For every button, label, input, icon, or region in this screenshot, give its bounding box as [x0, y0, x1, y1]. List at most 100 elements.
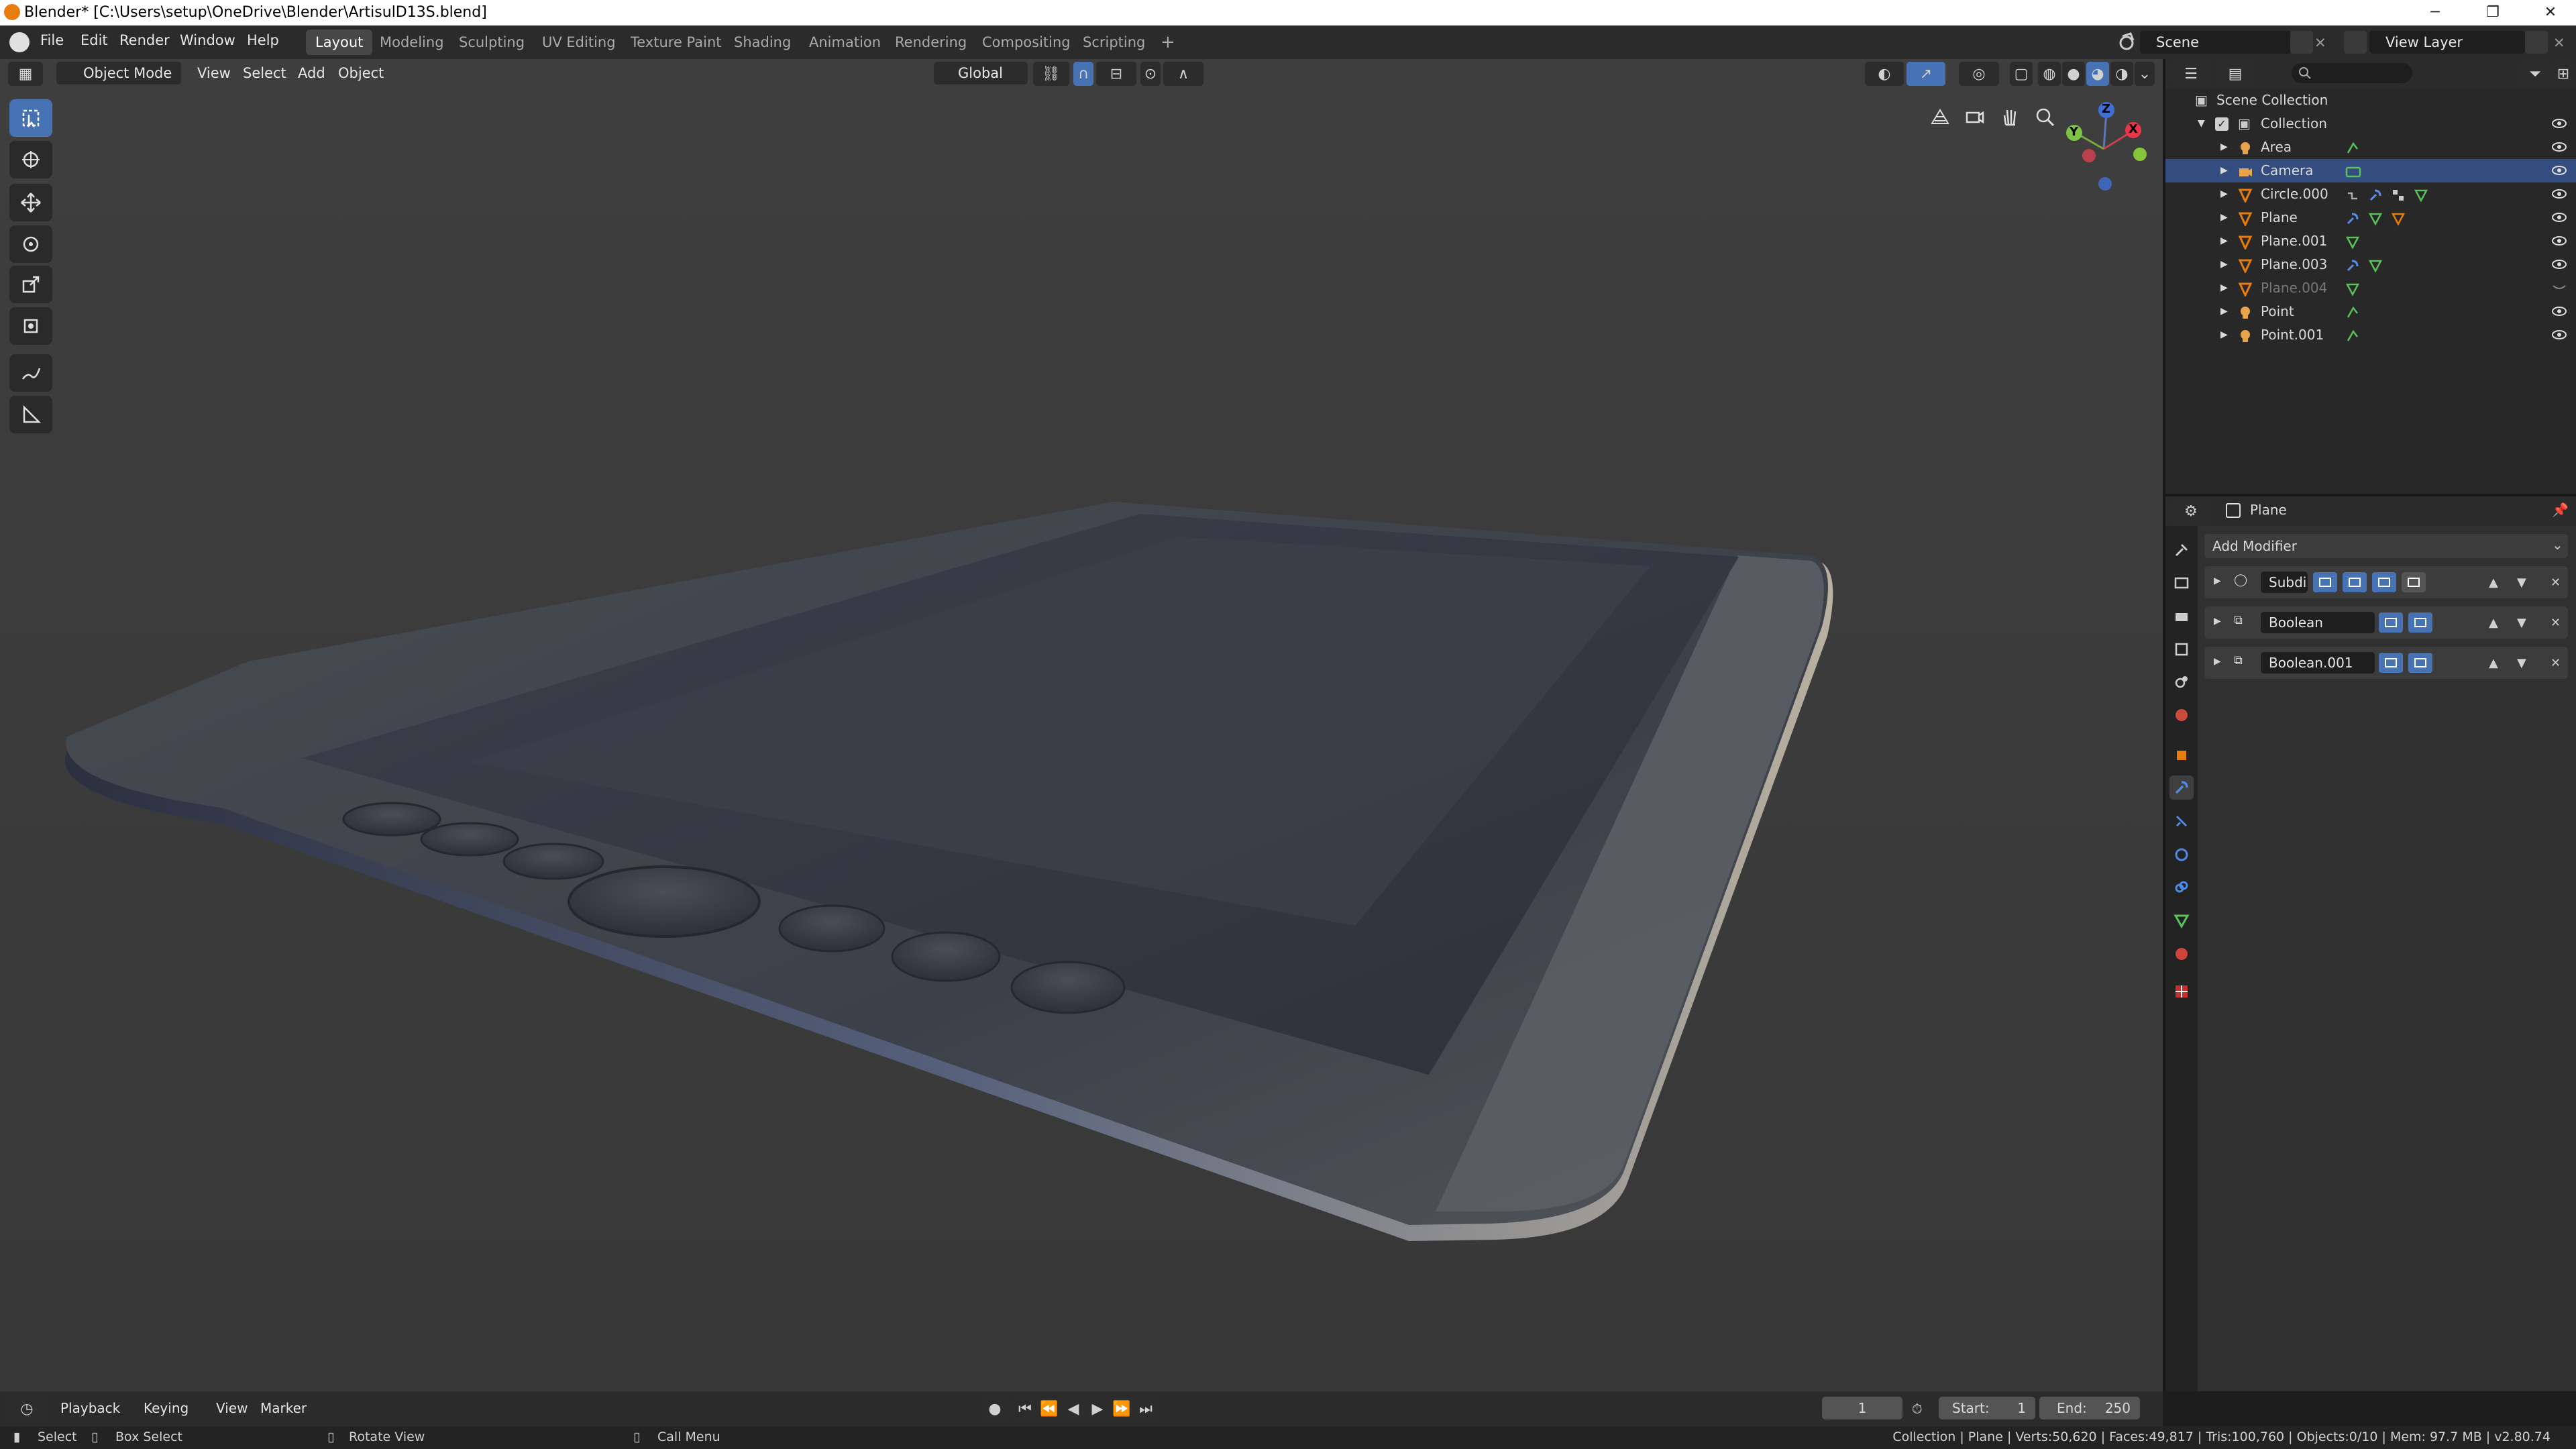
- output-tab-icon[interactable]: [2169, 604, 2194, 628]
- material-tab-icon[interactable]: [2169, 942, 2194, 966]
- grid-view-icon[interactable]: [1924, 101, 1956, 133]
- move-up-icon[interactable]: ▲: [2489, 576, 2498, 590]
- display-mode-icon[interactable]: ▤: [2216, 62, 2254, 86]
- camera-render-icon[interactable]: [2379, 612, 2403, 633]
- move-down-icon[interactable]: ▼: [2517, 616, 2526, 630]
- modifier-panel[interactable]: ▶ ⧉ Boolean ▲ ▼ ✕: [2204, 606, 2568, 639]
- move-up-icon[interactable]: ▲: [2489, 616, 2498, 630]
- eye-icon[interactable]: [2552, 211, 2567, 223]
- checkbox-icon[interactable]: ✓: [2215, 117, 2229, 131]
- editor-type-icon[interactable]: ▦: [8, 62, 43, 86]
- view-layer-selector[interactable]: View Layer: [2369, 31, 2525, 54]
- camera-view-icon[interactable]: [1959, 101, 1991, 133]
- menu-view[interactable]: View: [191, 62, 237, 85]
- constraint-tab-icon[interactable]: [2169, 875, 2194, 899]
- 3d-viewport[interactable]: ▦ Object Mode View Select Add Object Glo…: [0, 59, 2163, 1391]
- expand-arrow-icon[interactable]: ▶: [2220, 300, 2228, 323]
- modifier-panel[interactable]: ▶ ◯ Subdi ▲ ▼ ✕: [2204, 566, 2568, 598]
- outliner-item[interactable]: ▶ Circle.000: [2165, 182, 2576, 206]
- jump-end-icon[interactable]: ⏭: [1134, 1397, 1158, 1421]
- area-divider[interactable]: [2163, 59, 2165, 1391]
- camera-render-icon[interactable]: [2379, 653, 2403, 673]
- current-frame-field[interactable]: 1: [1822, 1397, 1902, 1419]
- visibility-icon[interactable]: ◐: [1865, 62, 1904, 86]
- expand-arrow-icon[interactable]: ▶: [2220, 136, 2228, 159]
- remove-modifier-icon[interactable]: ✕: [2551, 656, 2561, 670]
- expand-arrow-icon[interactable]: ▶: [2220, 206, 2228, 229]
- shading-options-icon[interactable]: ⌄: [2135, 62, 2155, 86]
- new-collection-icon[interactable]: ⊞: [2553, 62, 2573, 86]
- xray-icon[interactable]: ▢: [2010, 62, 2033, 86]
- tab-layout[interactable]: Layout: [306, 30, 373, 55]
- pan-view-icon[interactable]: [1994, 101, 2026, 133]
- viewport-display-icon[interactable]: [2408, 612, 2432, 633]
- modifier-name-field[interactable]: Subdi: [2261, 572, 2308, 593]
- particles-tab-icon[interactable]: [2169, 809, 2194, 833]
- eye-icon[interactable]: [2552, 141, 2567, 153]
- modifier-tab-icon[interactable]: [2169, 775, 2194, 800]
- outliner-search-input[interactable]: [2292, 63, 2412, 83]
- stopwatch-icon[interactable]: ⏱: [1912, 1401, 1923, 1417]
- jump-start-icon[interactable]: ⏮: [1013, 1397, 1037, 1421]
- eye-icon[interactable]: [2552, 329, 2567, 341]
- expand-arrow-icon[interactable]: ▶: [2220, 182, 2228, 206]
- outliner-item[interactable]: ▶ Area: [2165, 136, 2576, 159]
- tab-texture-paint[interactable]: Texture Paint: [621, 30, 731, 55]
- select-tool-icon[interactable]: [9, 99, 52, 137]
- modifier-name-field[interactable]: Boolean.001: [2261, 652, 2375, 674]
- expand-arrow-icon[interactable]: ▶: [2220, 276, 2228, 300]
- move-down-icon[interactable]: ▼: [2517, 656, 2526, 670]
- tool-tab-icon[interactable]: [2169, 538, 2194, 562]
- annotate-tool-icon[interactable]: [9, 354, 52, 392]
- mode-dropdown[interactable]: Object Mode: [56, 62, 181, 85]
- rendered-icon[interactable]: ◑: [2110, 62, 2133, 86]
- expand-arrow-icon[interactable]: ▶: [2220, 229, 2228, 253]
- scene-collection-row[interactable]: ▣ Scene Collection: [2165, 89, 2576, 112]
- snap-icon[interactable]: ∩: [1073, 62, 1093, 86]
- proportional-edit-icon[interactable]: ⊙: [1140, 62, 1161, 86]
- move-up-icon[interactable]: ▲: [2489, 656, 2498, 670]
- orientation-dropdown[interactable]: Global: [934, 62, 1028, 85]
- scene-tab-icon[interactable]: [2169, 669, 2194, 694]
- expand-arrow-icon[interactable]: ▶: [2214, 656, 2221, 667]
- expand-arrow-icon[interactable]: ▼: [2198, 112, 2205, 136]
- record-icon[interactable]: ●: [983, 1397, 1006, 1421]
- expand-arrow-icon[interactable]: ▶: [2220, 323, 2228, 347]
- start-frame-field[interactable]: Start: 1: [1939, 1397, 2035, 1419]
- timeline-editor-type-icon[interactable]: ◷: [8, 1397, 46, 1421]
- menu-keying[interactable]: Keying: [137, 1397, 195, 1419]
- eye-icon[interactable]: [2552, 305, 2567, 317]
- physics-tab-icon[interactable]: [2169, 843, 2194, 867]
- overlays-icon[interactable]: ◎: [1959, 62, 1999, 86]
- viewport-display-icon[interactable]: [2343, 572, 2367, 592]
- navigation-gizmo[interactable]: Z X Y: [2053, 98, 2153, 199]
- menu-edit[interactable]: Edit: [80, 32, 108, 48]
- eye-icon[interactable]: [2552, 235, 2567, 247]
- expand-arrow-icon[interactable]: ▶: [2220, 159, 2228, 182]
- outliner-editor-type-icon[interactable]: ☰: [2172, 62, 2210, 86]
- object-tab-icon[interactable]: [2169, 743, 2194, 767]
- menu-render[interactable]: Render: [119, 32, 170, 48]
- menu-add[interactable]: Add: [291, 62, 332, 85]
- eye-icon[interactable]: [2552, 117, 2567, 129]
- outliner-item[interactable]: ▶ Point.001: [2165, 323, 2576, 347]
- expand-arrow-icon[interactable]: ▶: [2214, 576, 2221, 586]
- menu-timeline-view[interactable]: View: [209, 1397, 254, 1419]
- outliner-item[interactable]: ▶ Plane.003: [2165, 253, 2576, 276]
- new-view-layer-icon[interactable]: [2525, 31, 2548, 54]
- world-tab-icon[interactable]: [2169, 703, 2194, 727]
- modifier-name-field[interactable]: Boolean: [2261, 612, 2375, 633]
- delete-scene-icon[interactable]: ✕: [2314, 35, 2330, 51]
- tab-scripting[interactable]: Scripting: [1073, 30, 1155, 55]
- measure-tool-icon[interactable]: [9, 396, 52, 433]
- cursor-tool-icon[interactable]: [9, 141, 52, 178]
- rotate-tool-icon[interactable]: [9, 225, 52, 263]
- play-reverse-icon[interactable]: ◀: [1061, 1397, 1085, 1421]
- outliner-item[interactable]: ▶ Plane.004: [2165, 276, 2576, 300]
- tab-rendering[interactable]: Rendering: [885, 30, 976, 55]
- edit-mode-icon[interactable]: [2372, 572, 2396, 592]
- snap-target-icon[interactable]: ⊟: [1096, 62, 1136, 86]
- outliner-item[interactable]: ▶ Point: [2165, 300, 2576, 323]
- properties-editor-type-icon[interactable]: ⚙: [2172, 499, 2210, 523]
- add-modifier-dropdown[interactable]: Add Modifier: [2204, 534, 2568, 558]
